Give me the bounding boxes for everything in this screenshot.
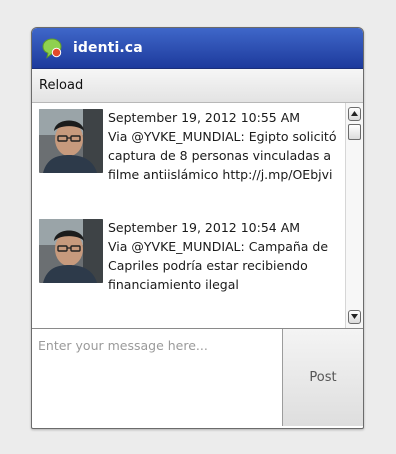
avatar — [39, 109, 103, 173]
composer: Post — [32, 329, 363, 426]
avatar — [39, 219, 103, 283]
arrow-up-icon — [351, 111, 358, 116]
vertical-scrollbar[interactable] — [345, 103, 363, 328]
title-bar: identi.ca — [32, 28, 363, 69]
message-date: September 19, 2012 10:55 AM — [108, 110, 301, 125]
message-list: September 19, 2012 10:55 AM Via @YVKE_MU… — [32, 103, 345, 328]
message-body: Via @YVKE_MUNDIAL: Campaña de Capriles p… — [108, 239, 329, 292]
message-date: September 19, 2012 10:54 AM — [108, 220, 301, 235]
arrow-down-icon — [351, 314, 358, 319]
identica-widget: identi.ca Reload September 19, 2012 10:5… — [31, 27, 364, 429]
scroll-up-button[interactable] — [348, 107, 361, 121]
toolbar: Reload — [32, 69, 363, 103]
scroll-down-button[interactable] — [348, 310, 361, 324]
message-text: September 19, 2012 10:55 AM Via @YVKE_MU… — [108, 108, 340, 213]
scroll-thumb[interactable] — [348, 124, 361, 140]
message-body: Via @YVKE_MUNDIAL: Egipto solicitó captu… — [108, 129, 337, 182]
app-title: identi.ca — [73, 40, 143, 56]
post-button[interactable]: Post — [283, 329, 363, 426]
identica-logo-icon — [41, 37, 63, 59]
reload-button[interactable]: Reload — [39, 78, 83, 93]
list-item: September 19, 2012 10:55 AM Via @YVKE_MU… — [32, 103, 345, 213]
message-input[interactable] — [32, 329, 283, 426]
message-feed[interactable]: September 19, 2012 10:55 AM Via @YVKE_MU… — [32, 103, 363, 329]
message-text: September 19, 2012 10:54 AM Via @YVKE_MU… — [108, 218, 340, 323]
list-item: September 19, 2012 10:54 AM Via @YVKE_MU… — [32, 213, 345, 323]
